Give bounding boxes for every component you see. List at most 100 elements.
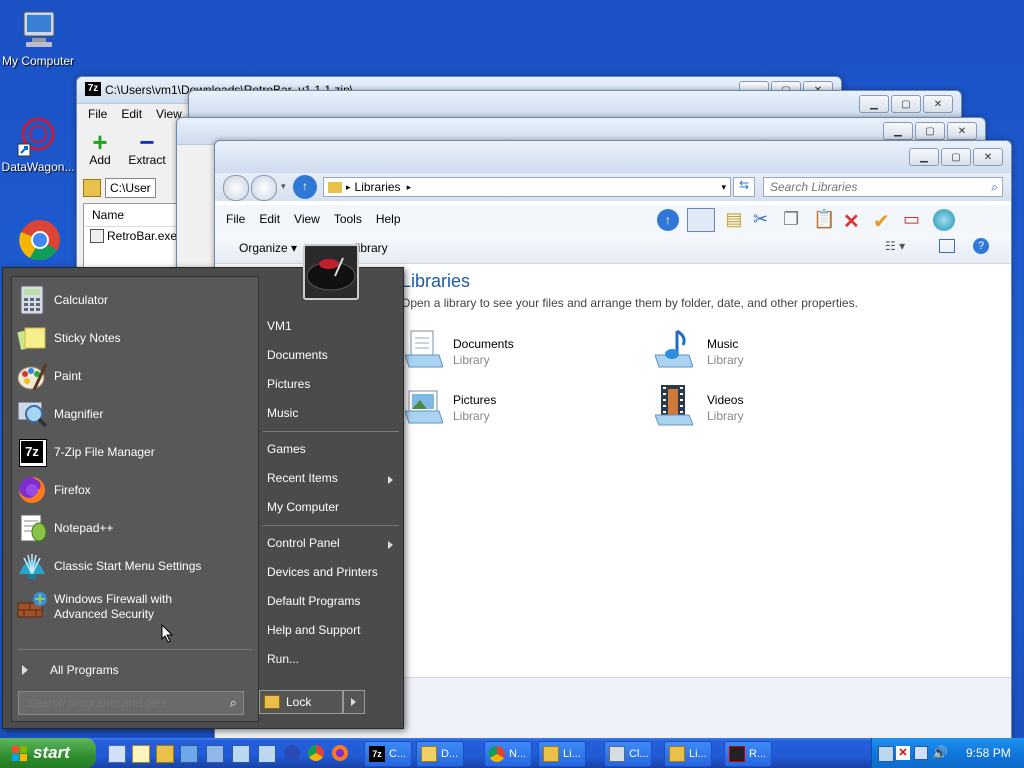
delete-icon[interactable]: ✕ bbox=[843, 209, 865, 233]
place-control-panel[interactable]: Control Panel bbox=[259, 533, 403, 555]
path-input[interactable]: C:\User bbox=[105, 178, 156, 198]
all-programs-button[interactable]: All Programs bbox=[16, 655, 252, 685]
library-item-music[interactable]: Music Library bbox=[651, 327, 851, 371]
chevron-down-icon[interactable]: ▾ bbox=[281, 181, 286, 192]
program-windows-firewall[interactable]: Windows Firewall with Advanced Security bbox=[16, 587, 252, 627]
maximize-button[interactable]: ▢ bbox=[915, 122, 945, 140]
properties-icon[interactable]: ✔ bbox=[873, 209, 895, 233]
help-icon[interactable]: ? bbox=[973, 238, 989, 254]
place-default-programs[interactable]: Default Programs bbox=[267, 594, 360, 608]
program-firefox[interactable]: Firefox bbox=[16, 473, 252, 507]
library-item-videos[interactable]: Videos Library bbox=[651, 383, 851, 427]
task-button-retrobar[interactable]: R... bbox=[724, 741, 772, 767]
minimize-button[interactable]: ▁ bbox=[859, 95, 889, 113]
add-button[interactable]: + Add bbox=[83, 129, 117, 167]
menu-view[interactable]: View bbox=[289, 212, 325, 226]
organize-button[interactable]: Organize ▾ bbox=[239, 241, 297, 255]
task-button-chrome[interactable]: N... bbox=[484, 741, 532, 767]
task-button-libraries-1[interactable]: Li... bbox=[538, 741, 586, 767]
tray-volume-icon[interactable]: 🔊 bbox=[932, 745, 948, 761]
rename-icon[interactable]: ▭ bbox=[903, 209, 925, 231]
menu-file[interactable]: File bbox=[221, 212, 250, 226]
program-7zip[interactable]: 7z 7-Zip File Manager bbox=[16, 435, 252, 469]
view-options-icon[interactable]: ☷ ▾ bbox=[885, 239, 905, 253]
task-button-classic-settings[interactable]: Cl... bbox=[604, 741, 652, 767]
menu-file[interactable]: File bbox=[83, 107, 112, 121]
program-classic-start-settings[interactable]: Classic Start Menu Settings bbox=[16, 549, 252, 583]
task-button-7zip[interactable]: 7z C... bbox=[364, 741, 412, 767]
library-item-documents[interactable]: Documents Library bbox=[401, 327, 601, 371]
menu-edit[interactable]: Edit bbox=[254, 212, 285, 226]
preview-pane-icon[interactable] bbox=[939, 239, 955, 253]
list-item[interactable]: RetroBar.exe bbox=[84, 227, 184, 245]
desktop-icon-datawagon[interactable]: DataWagon... bbox=[0, 114, 76, 174]
search-icon[interactable]: ⌕ bbox=[230, 695, 237, 711]
column-header-name[interactable]: Name bbox=[84, 204, 184, 227]
start-search-input[interactable] bbox=[25, 695, 219, 711]
minimize-button[interactable]: ▁ bbox=[883, 122, 913, 140]
program-sticky-notes[interactable]: Sticky Notes bbox=[16, 321, 252, 355]
tray-settings-icon[interactable] bbox=[878, 746, 894, 762]
place-help-support[interactable]: Help and Support bbox=[267, 623, 360, 637]
globe-icon[interactable] bbox=[284, 745, 300, 761]
task-button-libraries-2[interactable]: Li... bbox=[664, 741, 712, 767]
computer-icon[interactable] bbox=[258, 745, 276, 763]
new-library-button[interactable]: library bbox=[355, 241, 388, 255]
search-icon[interactable]: ⌕ bbox=[991, 180, 998, 195]
tray-security-alert-icon[interactable]: ✕ bbox=[896, 746, 910, 760]
maximize-button[interactable]: ▢ bbox=[941, 148, 971, 166]
up-arrow-icon[interactable]: ↑ bbox=[657, 209, 679, 231]
folder-options-icon[interactable]: ▤ bbox=[723, 209, 745, 231]
place-pictures[interactable]: Pictures bbox=[267, 377, 310, 391]
refresh-button[interactable]: ⇆ bbox=[733, 177, 755, 197]
pane-toggle-icon[interactable] bbox=[687, 208, 715, 232]
search-input[interactable] bbox=[768, 179, 982, 195]
place-my-computer[interactable]: My Computer bbox=[267, 500, 339, 514]
titlebar[interactable]: ▁ ▢ ✕ bbox=[215, 141, 1011, 174]
cut-icon[interactable]: ✂ bbox=[753, 209, 775, 231]
chevron-down-icon[interactable]: ▾ bbox=[721, 182, 726, 193]
folder-icon[interactable] bbox=[156, 745, 174, 763]
task-button-notepad[interactable]: D... bbox=[416, 741, 464, 767]
place-devices-printers[interactable]: Devices and Printers bbox=[267, 565, 378, 579]
program-magnifier[interactable]: Magnifier bbox=[16, 397, 252, 431]
library-item-pictures[interactable]: Pictures Library bbox=[401, 383, 601, 427]
lock-button[interactable]: Lock bbox=[259, 690, 343, 714]
search-box[interactable]: ⌕ bbox=[763, 177, 1003, 197]
remote-desktop-icon[interactable] bbox=[232, 745, 250, 763]
menu-tools[interactable]: Tools bbox=[329, 212, 367, 226]
minimize-button[interactable]: ▁ bbox=[909, 148, 939, 166]
menu-edit[interactable]: Edit bbox=[116, 107, 147, 121]
menu-help[interactable]: Help bbox=[371, 212, 406, 226]
breadcrumb-libraries[interactable]: Libraries bbox=[355, 180, 401, 194]
desktop-icon-chrome[interactable] bbox=[0, 216, 76, 262]
extract-button[interactable]: − Extract bbox=[127, 129, 167, 167]
tray-network-icon[interactable] bbox=[914, 746, 928, 760]
desktop-icon-my-computer[interactable]: My Computer bbox=[0, 8, 76, 68]
program-notepad-plus[interactable]: Notepad++ bbox=[16, 511, 252, 545]
up-button[interactable]: ↑ bbox=[293, 175, 317, 199]
forward-button[interactable] bbox=[251, 175, 277, 201]
copy-icon[interactable]: ❐ bbox=[783, 209, 805, 231]
show-desktop-icon[interactable] bbox=[108, 745, 126, 763]
program-calculator[interactable]: Calculator bbox=[16, 283, 252, 317]
program-paint[interactable]: Paint bbox=[16, 359, 252, 393]
start-button[interactable]: start bbox=[0, 738, 96, 768]
network-icon[interactable] bbox=[180, 745, 198, 763]
place-games[interactable]: Games bbox=[267, 442, 306, 456]
user-avatar[interactable] bbox=[303, 244, 359, 300]
shutdown-options-button[interactable] bbox=[343, 690, 365, 714]
place-recent-items[interactable]: Recent Items bbox=[259, 468, 403, 490]
close-button[interactable]: ✕ bbox=[947, 122, 977, 140]
place-run[interactable]: Run... bbox=[267, 652, 299, 666]
firefox-icon[interactable] bbox=[332, 745, 348, 761]
monitor-icon[interactable] bbox=[206, 745, 224, 763]
shell-icon[interactable] bbox=[933, 209, 955, 231]
close-button[interactable]: ✕ bbox=[973, 148, 1003, 166]
close-button[interactable]: ✕ bbox=[923, 95, 953, 113]
place-user[interactable]: VM1 bbox=[267, 319, 292, 333]
up-folder-icon[interactable] bbox=[83, 179, 101, 197]
notepad-icon[interactable] bbox=[132, 745, 150, 763]
place-music[interactable]: Music bbox=[267, 406, 298, 420]
clock[interactable]: 9:58 PM bbox=[966, 746, 1011, 760]
